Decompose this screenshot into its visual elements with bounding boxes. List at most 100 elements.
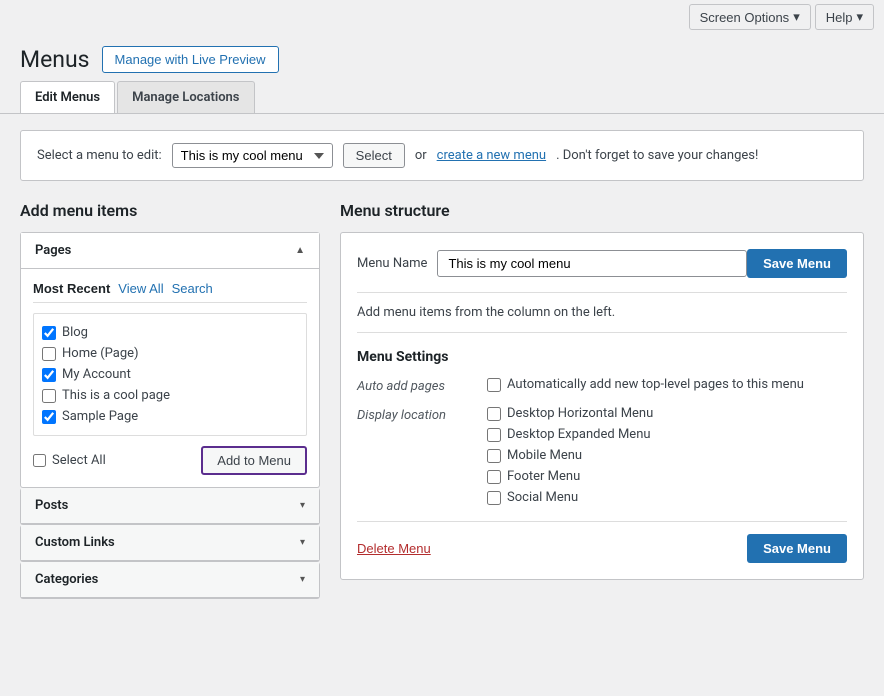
accordion-posts: Posts ▾ (20, 488, 320, 525)
social-menu-text: Social Menu (507, 490, 578, 505)
accordion-pages-body: Most Recent View All Search Blog Home (P… (21, 269, 319, 487)
cool-page-label: This is a cool page (62, 388, 170, 403)
desktop-expanded-text: Desktop Expanded Menu (507, 427, 651, 442)
accordion-pages: Pages ▲ Most Recent View All Search Blog (20, 232, 320, 488)
blog-label: Blog (62, 325, 88, 340)
save-menu-button-top[interactable]: Save Menu (747, 249, 847, 278)
display-location-options: Desktop Horizontal Menu Desktop Expanded… (487, 406, 653, 505)
list-item: Sample Page (42, 406, 298, 427)
display-location-label: Display location (357, 406, 487, 423)
list-item: My Account (42, 364, 298, 385)
my-account-label: My Account (62, 367, 131, 382)
sample-page-label: Sample Page (62, 409, 138, 424)
accordion-pages-label: Pages (35, 243, 71, 258)
select-menu-bar: Select a menu to edit: This is my cool m… (20, 130, 864, 181)
desktop-horizontal-label[interactable]: Desktop Horizontal Menu (487, 406, 653, 421)
screen-options-button[interactable]: Screen Options ▾ (689, 4, 811, 30)
auto-add-option-text: Automatically add new top-level pages to… (507, 377, 804, 392)
select-all-label: Select All (52, 453, 106, 468)
tabs-bar: Edit Menus Manage Locations (0, 81, 884, 114)
top-bar: Screen Options ▾ Help ▾ (0, 0, 884, 34)
accordion-categories: Categories ▾ (20, 562, 320, 599)
right-column: Menu structure Menu Name Save Menu Add m… (340, 201, 864, 580)
auto-add-option-label[interactable]: Automatically add new top-level pages to… (487, 377, 804, 392)
list-item: Home (Page) (42, 343, 298, 364)
live-preview-button[interactable]: Manage with Live Preview (102, 46, 279, 73)
footer-menu-label[interactable]: Footer Menu (487, 469, 653, 484)
select-menu-label: Select a menu to edit: (37, 148, 162, 163)
footer-menu-text: Footer Menu (507, 469, 580, 484)
desktop-horizontal-text: Desktop Horizontal Menu (507, 406, 653, 421)
mobile-menu-label[interactable]: Mobile Menu (487, 448, 653, 463)
my-account-checkbox[interactable] (42, 368, 56, 382)
menu-structure-heading: Menu structure (340, 201, 864, 220)
list-item: This is a cool page (42, 385, 298, 406)
or-text: or (415, 148, 427, 163)
social-menu-checkbox[interactable] (487, 491, 501, 505)
sub-tab-search[interactable]: Search (172, 281, 213, 296)
help-button[interactable]: Help ▾ (815, 4, 874, 30)
pages-checkbox-list: Blog Home (Page) My Account This is (33, 313, 307, 436)
display-location-row: Display location Desktop Horizontal Menu… (357, 406, 847, 505)
cool-page-checkbox[interactable] (42, 389, 56, 403)
pages-footer: Select All Add to Menu (33, 446, 307, 475)
main-content: Select a menu to edit: This is my cool m… (0, 114, 884, 615)
auto-add-options: Automatically add new top-level pages to… (487, 377, 804, 392)
auto-add-pages-row: Auto add pages Automatically add new top… (357, 377, 847, 394)
menu-settings-heading: Menu Settings (357, 349, 847, 365)
menu-settings: Menu Settings Auto add pages Automatical… (357, 349, 847, 505)
pages-sub-tabs: Most Recent View All Search (33, 281, 307, 303)
desktop-expanded-label[interactable]: Desktop Expanded Menu (487, 427, 653, 442)
accordion-pages-arrow-icon: ▲ (295, 245, 305, 256)
menu-structure-panel: Menu Name Save Menu Add menu items from … (340, 232, 864, 580)
accordion-posts-header[interactable]: Posts ▾ (21, 488, 319, 524)
home-checkbox[interactable] (42, 347, 56, 361)
auto-add-label: Auto add pages (357, 377, 487, 394)
menu-name-label: Menu Name (357, 256, 427, 271)
desktop-horizontal-checkbox[interactable] (487, 407, 501, 421)
accordion-custom-links-label: Custom Links (35, 535, 115, 550)
accordion-pages-header[interactable]: Pages ▲ (21, 233, 319, 269)
tab-edit-menus[interactable]: Edit Menus (20, 81, 115, 113)
two-column-layout: Add menu items Pages ▲ Most Recent View … (20, 201, 864, 599)
page-header: Menus Manage with Live Preview (0, 34, 884, 81)
accordion-custom-links-header[interactable]: Custom Links ▾ (21, 525, 319, 561)
home-label: Home (Page) (62, 346, 139, 361)
sub-tab-view-all[interactable]: View All (118, 281, 163, 296)
blog-checkbox[interactable] (42, 326, 56, 340)
mobile-menu-checkbox[interactable] (487, 449, 501, 463)
sub-tab-most-recent[interactable]: Most Recent (33, 281, 110, 296)
select-all-row: Select All (33, 453, 106, 468)
create-new-menu-link[interactable]: create a new menu (437, 148, 546, 163)
accordion-categories-header[interactable]: Categories ▾ (21, 562, 319, 598)
accordion-custom-links-arrow-icon: ▾ (300, 537, 305, 548)
menu-select-dropdown[interactable]: This is my cool menu (172, 143, 333, 168)
menu-name-input[interactable] (437, 250, 747, 277)
dont-forget-text: . Don't forget to save your changes! (556, 148, 758, 163)
add-menu-items-heading: Add menu items (20, 201, 320, 220)
select-menu-button[interactable]: Select (343, 143, 405, 168)
accordion-custom-links: Custom Links ▾ (20, 525, 320, 562)
mobile-menu-text: Mobile Menu (507, 448, 582, 463)
desktop-expanded-checkbox[interactable] (487, 428, 501, 442)
delete-menu-button[interactable]: Delete Menu (357, 541, 431, 556)
accordion-posts-arrow-icon: ▾ (300, 500, 305, 511)
add-to-menu-button[interactable]: Add to Menu (201, 446, 307, 475)
accordion-categories-arrow-icon: ▾ (300, 574, 305, 585)
save-menu-button-bottom[interactable]: Save Menu (747, 534, 847, 563)
page-title: Menus (20, 46, 90, 73)
auto-add-checkbox[interactable] (487, 378, 501, 392)
list-item: Blog (42, 322, 298, 343)
menu-name-row: Menu Name Save Menu (357, 249, 847, 278)
help-label: Help (826, 10, 853, 25)
menu-footer: Delete Menu Save Menu (357, 521, 847, 563)
screen-options-arrow-icon: ▾ (793, 9, 800, 25)
screen-options-label: Screen Options (700, 10, 790, 25)
accordion-categories-label: Categories (35, 572, 98, 587)
help-arrow-icon: ▾ (856, 9, 863, 25)
select-all-checkbox[interactable] (33, 454, 46, 467)
tab-manage-locations[interactable]: Manage Locations (117, 81, 254, 113)
social-menu-label[interactable]: Social Menu (487, 490, 653, 505)
footer-menu-checkbox[interactable] (487, 470, 501, 484)
sample-page-checkbox[interactable] (42, 410, 56, 424)
